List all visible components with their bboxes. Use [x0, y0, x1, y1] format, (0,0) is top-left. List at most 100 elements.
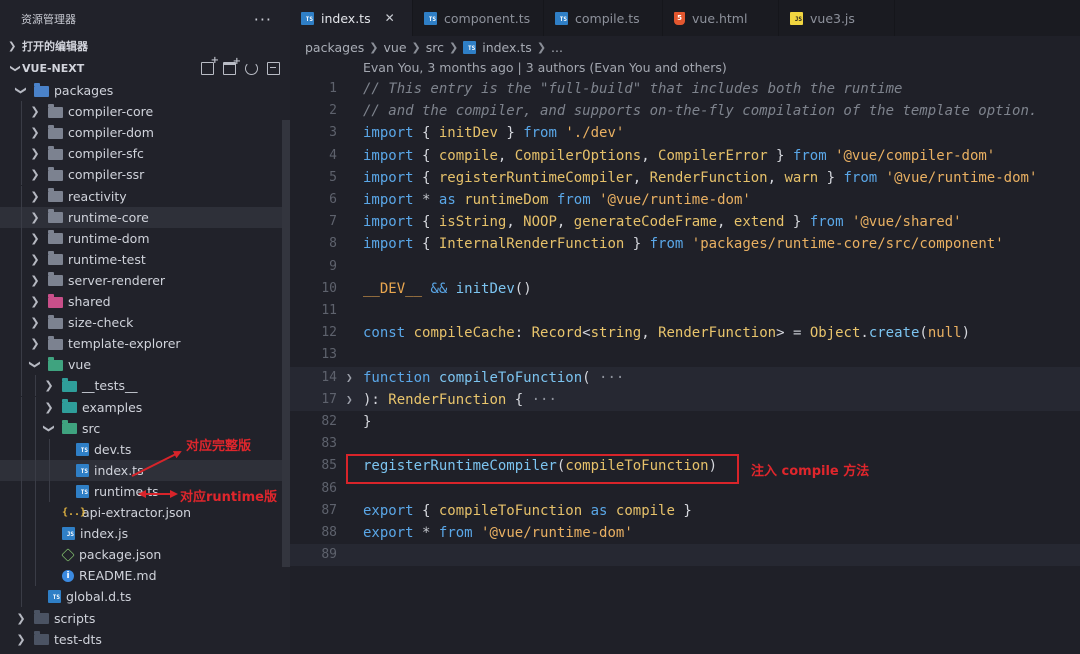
- tree-item[interactable]: ❯ template-explorer: [0, 333, 282, 355]
- chevron-right-icon[interactable]: ❯: [28, 168, 42, 181]
- chevron-right-icon[interactable]: ❯: [28, 337, 42, 350]
- tree-item[interactable]: ❯ compiler-dom: [0, 122, 282, 144]
- folder-icon: [34, 610, 49, 624]
- tree-item[interactable]: ❯ compiler-ssr: [0, 164, 282, 186]
- new-file-icon[interactable]: [201, 55, 219, 75]
- tree-item[interactable]: ❯ server-renderer: [0, 269, 282, 291]
- chevron-right-icon[interactable]: ❯: [42, 401, 56, 414]
- tree-item[interactable]: ❯ runtime-dom: [0, 227, 282, 249]
- tree-item[interactable]: ❯iREADME.md: [0, 565, 282, 587]
- chevron-right-icon[interactable]: ❯: [28, 147, 42, 160]
- tree-item[interactable]: ❯ examples: [0, 396, 282, 418]
- tree-item[interactable]: ❯ compiler-core: [0, 101, 282, 123]
- tree-item[interactable]: ❯JSindex.js: [0, 523, 282, 545]
- chevron-right-icon[interactable]: ❯: [28, 232, 42, 245]
- code-token: import: [363, 125, 414, 142]
- tree-item-label: api-extractor.json: [82, 505, 192, 520]
- indent-guide: [21, 122, 22, 144]
- indent-guide: [21, 375, 22, 397]
- code-token: CompilerError: [658, 147, 768, 164]
- chevron-down-icon[interactable]: ❯: [43, 421, 56, 435]
- fold-chevron-icon[interactable]: ❯: [346, 367, 353, 389]
- tree-item[interactable]: ❯ scripts: [0, 608, 282, 629]
- line-number: 10: [321, 280, 337, 296]
- chevron-right-icon[interactable]: ❯: [14, 633, 28, 646]
- breadcrumb-item[interactable]: index.ts: [482, 40, 532, 55]
- code-token: extend: [733, 214, 785, 231]
- tree-item[interactable]: ❯TSindex.ts: [0, 459, 282, 481]
- tree-item[interactable]: ❯ runtime-core: [0, 206, 282, 228]
- fold-chevron-icon[interactable]: ❯: [346, 389, 353, 411]
- tab-vue-html[interactable]: 5 vue.html: [663, 0, 779, 36]
- chevron-right-icon[interactable]: ❯: [28, 105, 42, 118]
- git-blame-codelens[interactable]: Evan You, 3 months ago | 3 authors (Evan…: [363, 60, 727, 75]
- breadcrumb-item[interactable]: src: [426, 40, 444, 55]
- tab-vue3-js[interactable]: JS vue3.js: [779, 0, 895, 36]
- tree-item[interactable]: ❯TSglobal.d.ts: [0, 586, 282, 608]
- code-token: ,: [497, 147, 515, 164]
- refresh-icon[interactable]: [245, 61, 258, 75]
- tree-item[interactable]: ❯package.json: [0, 544, 282, 566]
- code-token: string: [590, 325, 642, 342]
- chevron-right-icon: ❯: [369, 40, 379, 54]
- code-token: ,: [767, 169, 785, 186]
- chevron-right-icon[interactable]: ❯: [28, 274, 42, 287]
- sidebar-scrollbar[interactable]: [282, 120, 290, 567]
- tab-compile-ts[interactable]: TS compile.ts: [544, 0, 663, 36]
- line-number: 4: [329, 147, 337, 163]
- code-token: registerRuntimeCompiler: [438, 169, 633, 186]
- tree-item[interactable]: ❯ compiler-sfc: [0, 143, 282, 165]
- tree-item[interactable]: ❯ runtime-test: [0, 248, 282, 270]
- code-line: 4 import { compile, CompilerOptions, Comp…: [290, 145, 1080, 167]
- indent-guide: [35, 375, 36, 397]
- tree-item[interactable]: ❯ shared: [0, 291, 282, 312]
- tree-item[interactable]: ❯{..}api-extractor.json: [0, 502, 282, 523]
- chevron-right-icon[interactable]: ❯: [28, 126, 42, 139]
- javascript-file-icon: JS: [62, 527, 75, 541]
- line-number: 7: [329, 214, 337, 230]
- tab-component-ts[interactable]: TS component.ts: [413, 0, 544, 36]
- chevron-down-icon[interactable]: ❯: [29, 358, 42, 372]
- breadcrumb-item[interactable]: packages: [305, 40, 364, 55]
- chevron-right-icon[interactable]: ❯: [28, 190, 42, 203]
- chevron-right-icon[interactable]: ❯: [42, 379, 56, 392]
- tree-item[interactable]: ❯ reactivity: [0, 185, 282, 207]
- tab-index-ts[interactable]: TS index.ts ✕: [290, 0, 413, 36]
- chevron-right-icon[interactable]: ❯: [28, 253, 42, 266]
- code-token: ): [961, 325, 970, 342]
- new-folder-icon[interactable]: [223, 56, 241, 75]
- breadcrumb-item[interactable]: vue: [384, 40, 407, 55]
- collapse-all-icon[interactable]: [267, 61, 280, 75]
- workspace-section[interactable]: ❯ VUE-NEXT: [0, 55, 290, 79]
- line-number: 85: [321, 458, 337, 474]
- tree-item[interactable]: ❯ packages: [0, 80, 282, 101]
- close-icon[interactable]: ✕: [385, 11, 395, 25]
- tab-label: component.ts: [444, 10, 531, 26]
- code-token: ,: [641, 147, 659, 164]
- indent-guide: [21, 480, 22, 502]
- tree-item[interactable]: ❯ vue: [0, 354, 282, 376]
- indent-guide: [49, 438, 50, 460]
- code-text: // This entry is the "full-build" that i…: [363, 78, 902, 100]
- folder-icon: [48, 230, 63, 245]
- tree-item[interactable]: ❯ size-check: [0, 312, 282, 334]
- tree-item-label: package.json: [79, 547, 162, 563]
- explorer-title: 资源管理器: [21, 13, 76, 26]
- breadcrumb-item[interactable]: ...: [551, 40, 563, 55]
- code-token: Object: [809, 325, 861, 342]
- chevron-down-icon[interactable]: ❯: [15, 84, 28, 98]
- chevron-right-icon[interactable]: ❯: [28, 295, 42, 308]
- more-actions-icon[interactable]: ···: [254, 10, 272, 29]
- code-token: isString: [438, 214, 507, 231]
- tree-item[interactable]: ❯ test-dts: [0, 629, 282, 650]
- open-editors-section[interactable]: ❯ 打开的编辑器: [0, 35, 290, 57]
- chevron-right-icon[interactable]: ❯: [14, 612, 28, 625]
- chevron-right-icon[interactable]: ❯: [28, 211, 42, 224]
- chevron-right-icon[interactable]: ❯: [28, 316, 42, 329]
- tree-item[interactable]: ❯ __tests__: [0, 375, 282, 397]
